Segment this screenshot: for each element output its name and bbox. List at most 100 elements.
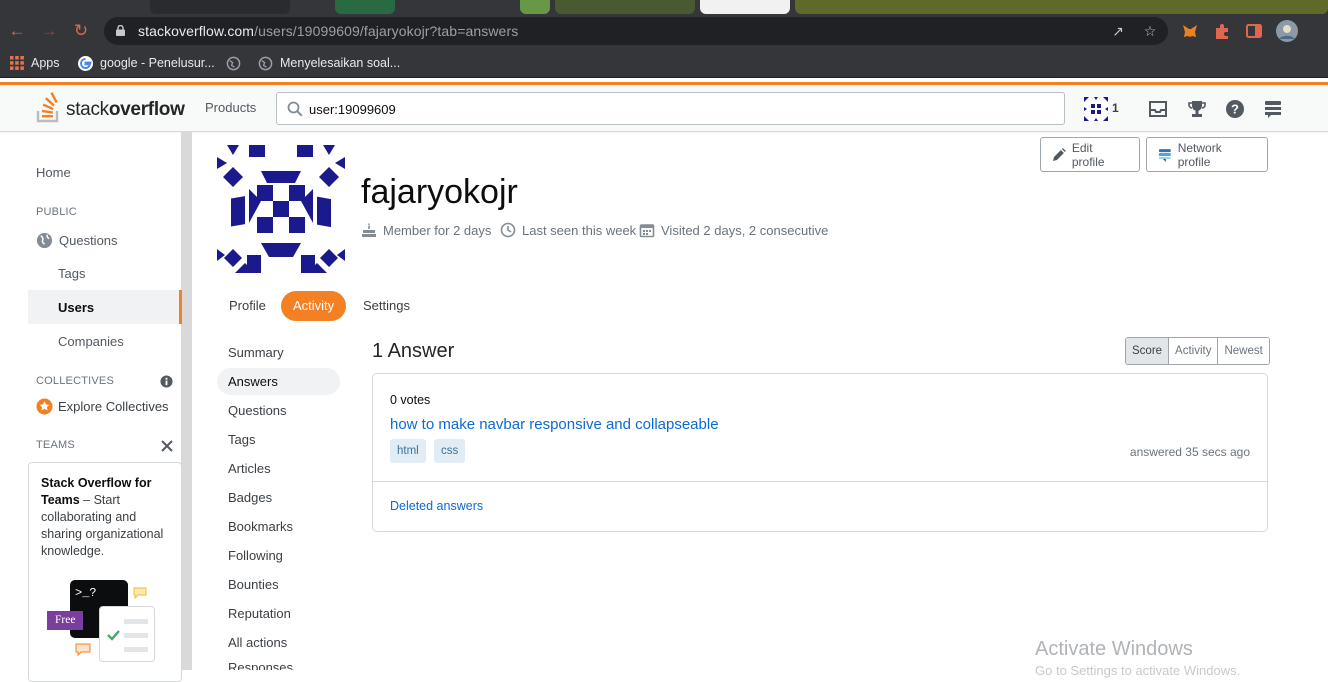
sort-newest-button[interactable]: Newest [1217,338,1269,364]
stackoverflow-logo-icon [36,92,59,123]
activity-nav-summary[interactable]: Summary [217,339,340,366]
profile-avatar-identicon [217,145,345,273]
tab-settings[interactable]: Settings [351,291,422,321]
deleted-answers-link[interactable]: Deleted answers [390,499,483,513]
globe-icon [36,232,53,248]
sidebar-item-questions[interactable]: Questions [28,223,182,257]
sidebar-item-label: Tags [58,265,86,281]
sidebar-item-label: Home [36,164,71,180]
activate-windows-watermark: Activate Windows [1035,638,1193,660]
search-input[interactable] [309,98,1049,120]
products-link[interactable]: Products [205,100,256,115]
sidebar-item-label: Questions [59,232,118,248]
browser-tab[interactable] [335,0,395,14]
answer-question-link[interactable]: how to make navbar responsive and collap… [390,416,719,433]
search-icon [287,101,303,117]
bookmark-apps[interactable]: Apps [10,54,60,72]
bookmark-globe[interactable] [226,54,241,72]
last-seen: Last seen this week [500,220,636,240]
member-for: Member for 2 days [361,220,491,240]
metamask-extension-icon[interactable] [1181,22,1199,40]
puzzle-extension-icon[interactable] [1213,22,1231,40]
back-arrow-icon[interactable]: ← [8,22,26,40]
activity-nav-all-actions[interactable]: All actions [217,629,340,656]
answers-heading: 1 Answer [372,340,455,362]
sort-score-button[interactable]: Score [1126,338,1169,364]
share-icon[interactable]: ↗ [1110,23,1126,39]
sidebar-item-tags[interactable]: Tags [28,256,182,290]
tag-css[interactable]: css [434,439,466,463]
terminal-prompt-text: >_? [75,586,97,600]
forward-arrow-icon[interactable]: → [40,22,58,40]
chat-bubble-icon [75,643,91,657]
user-avatar-small[interactable] [1084,97,1108,121]
sidebar-item-label: Users [58,299,95,315]
answer-vote-count: 0 votes [390,393,431,407]
activity-nav-bookmarks[interactable]: Bookmarks [217,513,340,540]
stackoverflow-logo[interactable]: stackoverflow [36,91,185,123]
browser-tab[interactable] [150,0,290,14]
sidebar-item-users[interactable]: Users [28,290,182,324]
activity-nav-tags[interactable]: Tags [217,426,340,453]
sidebar-heading-collectives: COLLECTIVES [36,375,115,387]
teams-promo-card: Stack Overflow for Teams – Start collabo… [28,462,182,682]
site-switcher-icon[interactable] [1262,98,1284,120]
answers-list-card: 0 votes how to make navbar responsive an… [372,373,1268,532]
activity-nav-answers[interactable]: Answers [217,368,340,395]
achievements-trophy-icon[interactable] [1186,98,1208,120]
url-host: stackoverflow.com [138,23,255,39]
activity-nav-badges[interactable]: Badges [217,484,340,511]
checklist-illustration [99,606,155,662]
browser-toolbar: ← → ↻ stackoverflow.com/users/19099609/f… [0,14,1328,48]
cake-icon [362,223,376,237]
url-text: stackoverflow.com/users/19099609/fajaryo… [138,23,518,39]
logo-wordmark: stackoverflow [66,99,185,121]
tag-html[interactable]: html [390,439,426,463]
tab-profile[interactable]: Profile [217,291,278,321]
help-icon[interactable]: ? [1224,98,1246,120]
sidebar-scrollbar[interactable] [182,132,192,670]
site-search[interactable] [276,92,1065,125]
activity-nav-responses[interactable]: Responses [217,658,340,670]
browser-tab[interactable] [795,0,1328,14]
member-for-text: Member for 2 days [383,222,492,238]
so-topbar: stackoverflow Products 1 ? [0,85,1328,132]
network-profile-button[interactable]: Network profile [1146,137,1268,172]
edit-profile-button[interactable]: Edit profile [1040,137,1140,172]
tab-activity[interactable]: Activity [281,291,347,321]
last-seen-text: Last seen this week [522,222,637,238]
info-icon[interactable] [160,375,173,388]
apps-grid-icon [10,56,24,70]
bookmark-google[interactable]: google - Penelusur... [78,54,215,72]
bookmarks-bar: Apps google - Penelusur... Menyelesaikan… [0,48,1328,78]
activity-nav-bounties[interactable]: Bounties [217,571,340,598]
activity-nav-questions[interactable]: Questions [217,397,340,424]
close-icon[interactable] [161,440,173,452]
bookmark-star-icon[interactable]: ☆ [1142,23,1158,39]
visited-days: Visited 2 days, 2 consecutive [639,220,828,240]
bookmark-label: Apps [31,56,60,70]
activity-nav-reputation[interactable]: Reputation [217,600,340,627]
browser-tab[interactable] [555,0,695,14]
bookmark-menyelesaikan[interactable]: Menyelesaikan soal... [258,54,400,72]
pencil-icon [1052,147,1066,161]
answer-timestamp[interactable]: answered 35 secs ago [1130,445,1250,459]
sidebar-item-home[interactable]: Home [28,155,182,189]
reload-icon[interactable]: ↻ [72,22,90,40]
browser-tab[interactable] [520,0,550,14]
inbox-icon[interactable] [1147,98,1169,120]
sidebar-item-explore-collectives[interactable]: Explore Collectives [28,389,182,423]
answers-sort-group: Score Activity Newest [1125,337,1270,365]
clock-icon [500,222,516,238]
activity-nav-following[interactable]: Following [217,542,340,569]
sidebar-item-companies[interactable]: Companies [28,324,182,358]
side-panel-icon[interactable] [1245,22,1263,40]
sidebar-heading-teams: TEAMS [36,439,75,451]
collectives-star-icon [36,397,53,415]
globe-icon [226,56,241,70]
browser-tab-active[interactable] [700,0,790,14]
sort-activity-button[interactable]: Activity [1168,338,1218,364]
browser-profile-avatar[interactable] [1276,20,1298,42]
activity-nav-articles[interactable]: Articles [217,455,340,482]
address-bar[interactable]: stackoverflow.com/users/19099609/fajaryo… [104,17,1168,45]
